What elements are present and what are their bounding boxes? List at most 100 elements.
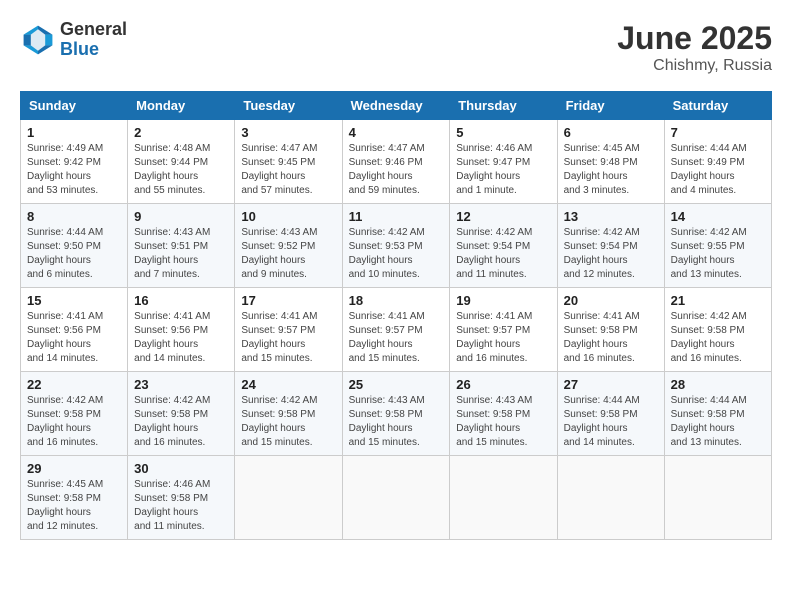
day-info: Sunrise: 4:41 AMSunset: 9:56 PMDaylight … <box>134 310 228 366</box>
table-row: 16Sunrise: 4:41 AMSunset: 9:56 PMDayligh… <box>128 288 235 372</box>
day-info: Sunrise: 4:42 AMSunset: 9:53 PMDaylight … <box>349 226 444 282</box>
page-header: General Blue June 2025 Chishmy, Russia <box>20 20 772 75</box>
col-monday: Monday <box>128 92 235 120</box>
table-row <box>450 456 557 540</box>
day-number: 13 <box>564 209 658 224</box>
table-row: 4Sunrise: 4:47 AMSunset: 9:46 PMDaylight… <box>342 120 450 204</box>
logo-text: General Blue <box>60 20 127 60</box>
col-friday: Friday <box>557 92 664 120</box>
calendar-week-row: 8 Sunrise: 4:44 AMSunset: 9:50 PMDaylight… <box>21 204 772 288</box>
table-row: 30 Sunrise: 4:46 AMSunset: 9:58 PMDayligh… <box>128 456 235 540</box>
day-number: 15 <box>27 293 121 308</box>
day-number: 8 <box>27 209 121 224</box>
day-number: 22 <box>27 377 121 392</box>
day-number: 28 <box>671 377 765 392</box>
day-number: 11 <box>349 209 444 224</box>
day-info: Sunrise: 4:44 AMSunset: 9:58 PMDaylight … <box>671 394 765 450</box>
day-info: Sunrise: 4:43 AMSunset: 9:51 PMDaylight … <box>134 226 228 282</box>
location: Chishmy, Russia <box>617 57 772 75</box>
day-number: 17 <box>241 293 335 308</box>
day-info: Sunrise: 4:41 AMSunset: 9:56 PMDaylight … <box>27 310 121 366</box>
table-row: 17Sunrise: 4:41 AMSunset: 9:57 PMDayligh… <box>235 288 342 372</box>
table-row <box>557 456 664 540</box>
day-number: 4 <box>349 125 444 140</box>
table-row: 1 Sunrise: 4:49 AMSunset: 9:42 PMDaylight… <box>21 120 128 204</box>
day-info: Sunrise: 4:42 AMSunset: 9:58 PMDaylight … <box>134 394 228 450</box>
table-row: 6 Sunrise: 4:45 AMSunset: 9:48 PMDaylight… <box>557 120 664 204</box>
day-info: Sunrise: 4:42 AMSunset: 9:55 PMDaylight … <box>671 226 765 282</box>
day-number: 18 <box>349 293 444 308</box>
day-info: Sunrise: 4:43 AMSunset: 9:58 PMDaylight … <box>349 394 444 450</box>
day-number: 19 <box>456 293 550 308</box>
table-row: 29Sunrise: 4:45 AMSunset: 9:58 PMDayligh… <box>21 456 128 540</box>
calendar-week-row: 29Sunrise: 4:45 AMSunset: 9:58 PMDayligh… <box>21 456 772 540</box>
day-number: 10 <box>241 209 335 224</box>
day-info: Sunrise: 4:45 AMSunset: 9:48 PMDaylight … <box>564 142 658 198</box>
table-row: 12 Sunrise: 4:42 AMSunset: 9:54 PMDayligh… <box>450 204 557 288</box>
title-block: June 2025 Chishmy, Russia <box>617 20 772 75</box>
day-number: 23 <box>134 377 228 392</box>
day-number: 1 <box>27 125 121 140</box>
day-number: 27 <box>564 377 658 392</box>
calendar-header-row: Sunday Monday Tuesday Wednesday Thursday… <box>21 92 772 120</box>
table-row <box>664 456 771 540</box>
table-row: 22Sunrise: 4:42 AMSunset: 9:58 PMDayligh… <box>21 372 128 456</box>
month-title: June 2025 <box>617 20 772 57</box>
calendar-table: Sunday Monday Tuesday Wednesday Thursday… <box>20 91 772 540</box>
day-number: 3 <box>241 125 335 140</box>
calendar-week-row: 22 Sunrise: 4:42 AMSunset: 9:58 PMDayligh… <box>21 372 772 456</box>
table-row: 24Sunrise: 4:42 AMSunset: 9:58 PMDayligh… <box>235 372 342 456</box>
day-number: 12 <box>456 209 550 224</box>
col-wednesday: Wednesday <box>342 92 450 120</box>
table-row: 9 Sunrise: 4:43 AMSunset: 9:51 PMDaylight… <box>128 204 235 288</box>
day-info: Sunrise: 4:41 AMSunset: 9:58 PMDaylight … <box>564 310 658 366</box>
table-row <box>342 456 450 540</box>
table-row: 11 Sunrise: 4:42 AMSunset: 9:53 PMDayligh… <box>342 204 450 288</box>
logo-blue: Blue <box>60 40 127 60</box>
day-info: Sunrise: 4:42 AMSunset: 9:54 PMDaylight … <box>564 226 658 282</box>
col-tuesday: Tuesday <box>235 92 342 120</box>
day-number: 25 <box>349 377 444 392</box>
table-row <box>235 456 342 540</box>
table-row: 10 Sunrise: 4:43 AMSunset: 9:52 PMDayligh… <box>235 204 342 288</box>
day-info: Sunrise: 4:48 AMSunset: 9:44 PMDaylight … <box>134 142 228 198</box>
day-number: 2 <box>134 125 228 140</box>
day-number: 26 <box>456 377 550 392</box>
day-number: 24 <box>241 377 335 392</box>
table-row: 5 Sunrise: 4:46 AMSunset: 9:47 PMDaylight… <box>450 120 557 204</box>
col-saturday: Saturday <box>664 92 771 120</box>
table-row: 8 Sunrise: 4:44 AMSunset: 9:50 PMDaylight… <box>21 204 128 288</box>
day-number: 14 <box>671 209 765 224</box>
table-row: 21Sunrise: 4:42 AMSunset: 9:58 PMDayligh… <box>664 288 771 372</box>
table-row: 7 Sunrise: 4:44 AMSunset: 9:49 PMDaylight… <box>664 120 771 204</box>
table-row: 27Sunrise: 4:44 AMSunset: 9:58 PMDayligh… <box>557 372 664 456</box>
day-number: 6 <box>564 125 658 140</box>
day-info: Sunrise: 4:49 AMSunset: 9:42 PMDaylight … <box>27 142 121 198</box>
day-info: Sunrise: 4:46 AMSunset: 9:47 PMDaylight … <box>456 142 550 198</box>
day-number: 9 <box>134 209 228 224</box>
logo: General Blue <box>20 20 127 60</box>
day-number: 20 <box>564 293 658 308</box>
table-row: 14 Sunrise: 4:42 AMSunset: 9:55 PMDayligh… <box>664 204 771 288</box>
day-number: 7 <box>671 125 765 140</box>
table-row: 18Sunrise: 4:41 AMSunset: 9:57 PMDayligh… <box>342 288 450 372</box>
day-info: Sunrise: 4:43 AMSunset: 9:52 PMDaylight … <box>241 226 335 282</box>
table-row: 2 Sunrise: 4:48 AMSunset: 9:44 PMDaylight… <box>128 120 235 204</box>
calendar-week-row: 1 Sunrise: 4:49 AMSunset: 9:42 PMDaylight… <box>21 120 772 204</box>
logo-general: General <box>60 20 127 40</box>
day-number: 5 <box>456 125 550 140</box>
table-row: 23 Sunrise: 4:42 AMSunset: 9:58 PMDayligh… <box>128 372 235 456</box>
day-number: 29 <box>27 461 121 476</box>
day-info: Sunrise: 4:44 AMSunset: 9:49 PMDaylight … <box>671 142 765 198</box>
day-info: Sunrise: 4:44 AMSunset: 9:50 PMDaylight … <box>27 226 121 282</box>
table-row: 13 Sunrise: 4:42 AMSunset: 9:54 PMDayligh… <box>557 204 664 288</box>
table-row: 3Sunrise: 4:47 AMSunset: 9:45 PMDaylight… <box>235 120 342 204</box>
table-row: 25 Sunrise: 4:43 AMSunset: 9:58 PMDayligh… <box>342 372 450 456</box>
day-number: 30 <box>134 461 228 476</box>
day-info: Sunrise: 4:43 AMSunset: 9:58 PMDaylight … <box>456 394 550 450</box>
table-row: 19Sunrise: 4:41 AMSunset: 9:57 PMDayligh… <box>450 288 557 372</box>
day-info: Sunrise: 4:46 AMSunset: 9:58 PMDaylight … <box>134 478 228 534</box>
day-info: Sunrise: 4:42 AMSunset: 9:54 PMDaylight … <box>456 226 550 282</box>
col-thursday: Thursday <box>450 92 557 120</box>
table-row: 26 Sunrise: 4:43 AMSunset: 9:58 PMDayligh… <box>450 372 557 456</box>
